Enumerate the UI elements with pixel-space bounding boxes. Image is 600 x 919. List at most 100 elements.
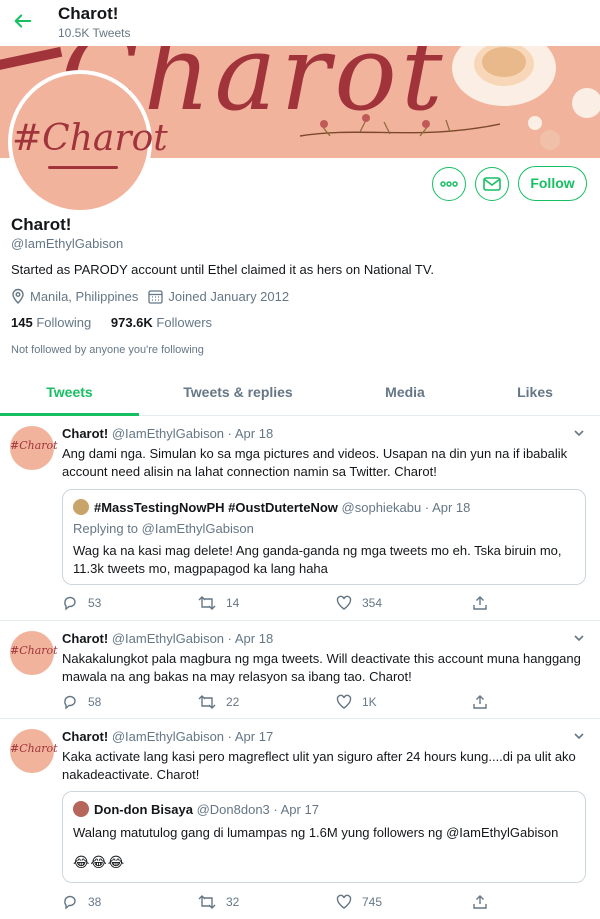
tweet-meta: @IamEthylGabison · Apr 17 [111, 729, 274, 744]
chevron-down-icon[interactable] [572, 426, 586, 440]
like-action[interactable]: 354 [336, 595, 382, 611]
flower-decoration [572, 88, 600, 118]
flower-decoration [528, 116, 542, 130]
quoted-author-name: #MassTestingNowPH #OustDuterteNow [94, 500, 338, 515]
back-arrow-icon[interactable] [12, 10, 34, 32]
tweet-avatar-text: #Charot [10, 742, 58, 755]
share-action[interactable] [472, 894, 498, 910]
retweet-count: 14 [226, 596, 240, 610]
quoted-tweet[interactable]: Don-don Bisaya @Don8don3 · Apr 17 Walang… [62, 791, 586, 883]
tweet-actions: 53 14 354 [62, 595, 492, 611]
reply-icon [64, 596, 76, 611]
retweet-icon [198, 596, 216, 610]
quoted-header: #MassTestingNowPH #OustDuterteNow @sophi… [94, 500, 470, 515]
follow-button[interactable]: Follow [518, 166, 587, 201]
quoted-text: Walang matutulog gang di lumampas ng 1.6… [73, 825, 559, 840]
quoted-avatar [73, 801, 89, 817]
avatar-text: #Charot [12, 118, 168, 159]
tweet-header: Charot! @IamEthylGabison · Apr 18 [62, 631, 273, 646]
tweet-text: Ang dami nga. Simulan ko sa mga pictures… [62, 446, 568, 479]
reply-icon [64, 695, 76, 710]
heart-icon [336, 894, 352, 909]
followers-count: 973.6K [110, 315, 153, 330]
tweet-header: Charot! @IamEthylGabison · Apr 17 [62, 729, 273, 744]
more-icon [440, 181, 458, 187]
location-icon [12, 288, 24, 304]
retweet-icon [198, 895, 216, 909]
tweet-author-name[interactable]: Charot! [62, 426, 108, 441]
following-label: Following [36, 315, 92, 330]
reply-action[interactable]: 58 [62, 694, 101, 710]
reply-count: 38 [88, 895, 102, 909]
tweet[interactable]: #Charot Charot! @IamEthylGabison · Apr 1… [0, 416, 600, 621]
reply-action[interactable]: 38 [62, 894, 101, 910]
tweet-meta: @IamEthylGabison · Apr 18 [111, 631, 274, 646]
quoted-replying-to: Replying to @IamEthylGabison [73, 521, 254, 536]
tweet-text: Nakakalungkot pala magbura ng mga tweets… [62, 651, 581, 684]
retweet-action[interactable]: 22 [198, 694, 239, 710]
retweet-action[interactable]: 14 [198, 595, 239, 611]
tweet[interactable]: #Charot Charot! @IamEthylGabison · Apr 1… [0, 621, 600, 719]
share-action[interactable] [472, 595, 498, 611]
profile-bio: Started as PARODY account until Ethel cl… [11, 262, 434, 277]
like-count: 1K [362, 695, 377, 709]
quoted-text: Wag ka na kasi mag delete! Ang ganda-gan… [73, 543, 562, 576]
tab-media[interactable]: Media [360, 368, 450, 416]
quoted-author-name: Don-don Bisaya [94, 802, 193, 817]
chevron-down-icon[interactable] [572, 729, 586, 743]
quoted-tweet[interactable]: #MassTestingNowPH #OustDuterteNow @sophi… [62, 489, 586, 585]
tab-likes[interactable]: Likes [495, 368, 575, 416]
header-tweet-count: 10.5K Tweets [58, 26, 131, 40]
profile-joined: Joined January 2012 [168, 288, 290, 304]
message-button[interactable] [475, 167, 509, 201]
quoted-meta: @Don8don3 · Apr 17 [196, 802, 319, 817]
envelope-icon [483, 177, 501, 191]
like-count: 354 [362, 596, 383, 610]
profile-tabs: Tweets Tweets & replies Media Likes [0, 368, 600, 416]
profile-meta: Manila, Philippines Joined January 2012 [11, 288, 289, 304]
share-action[interactable] [472, 694, 498, 710]
tweet-avatar-text: #Charot [10, 439, 58, 452]
profile-name: Charot! [11, 215, 72, 234]
tweet-actions: 38 32 745 [62, 894, 492, 910]
tab-tweets[interactable]: Tweets [0, 368, 139, 416]
banner-hash-mark [0, 46, 63, 72]
branch-decoration [300, 114, 500, 137]
followers-link[interactable]: 973.6K Followers [111, 315, 212, 330]
avatar-underline [48, 166, 118, 169]
tweet-avatar[interactable]: #Charot [10, 426, 58, 470]
reply-count: 53 [88, 596, 102, 610]
chevron-down-icon[interactable] [572, 631, 586, 645]
following-link[interactable]: 145 Following [11, 315, 91, 330]
calendar-icon [148, 289, 164, 304]
tweet-author-name[interactable]: Charot! [62, 729, 108, 744]
quoted-header: Don-don Bisaya @Don8don3 · Apr 17 [94, 802, 319, 817]
share-icon [473, 895, 487, 909]
share-icon [473, 695, 487, 709]
heart-icon [336, 694, 352, 709]
retweet-action[interactable]: 32 [198, 894, 239, 910]
reply-icon [64, 895, 76, 910]
profile-stats: 145 Following 973.6K Followers [11, 315, 212, 330]
followers-label: Followers [156, 315, 213, 330]
tweet[interactable]: #Charot Charot! @IamEthylGabison · Apr 1… [0, 719, 600, 919]
tweet-avatar[interactable]: #Charot [10, 729, 58, 773]
tweet-author-name[interactable]: Charot! [62, 631, 108, 646]
reply-action[interactable]: 53 [62, 595, 101, 611]
tweet-actions: 58 22 1K [62, 694, 492, 710]
following-count: 145 [11, 315, 33, 330]
tweet-meta: @IamEthylGabison · Apr 18 [111, 426, 274, 441]
more-button[interactable] [432, 167, 466, 201]
header-title: Charot! [58, 4, 119, 23]
like-action[interactable]: 745 [336, 894, 382, 910]
tweet-avatar-text: #Charot [10, 644, 58, 657]
tab-tweets-and-replies[interactable]: Tweets & replies [158, 368, 318, 416]
like-action[interactable]: 1K [336, 694, 377, 710]
profile-avatar[interactable]: #Charot [8, 70, 168, 214]
retweet-icon [198, 695, 216, 709]
top-bar: Charot! 10.5K Tweets [0, 0, 600, 46]
profile-location: Manila, Philippines [30, 288, 139, 304]
like-count: 745 [362, 895, 383, 909]
tweet-avatar[interactable]: #Charot [10, 631, 58, 675]
retweet-count: 32 [226, 895, 240, 909]
